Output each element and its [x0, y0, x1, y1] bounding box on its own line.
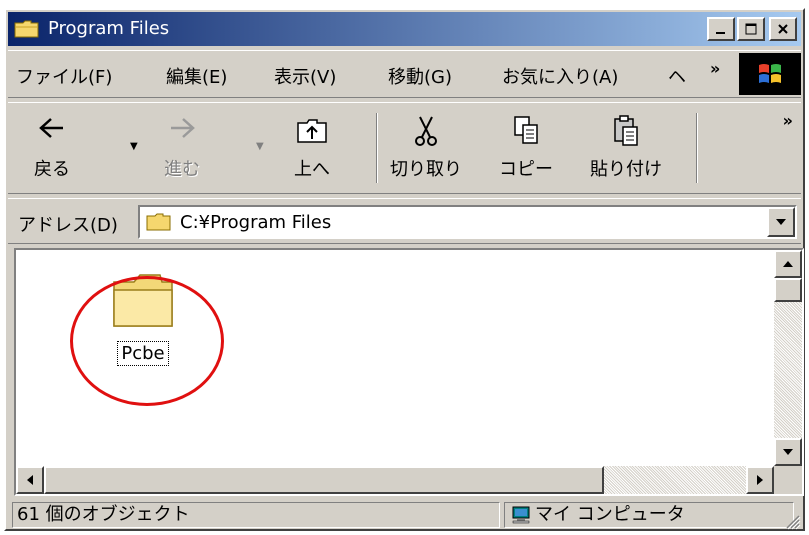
paste-label: 貼り付け: [590, 159, 662, 180]
copy-label: コピー: [499, 159, 553, 180]
address-label: アドレス(D): [18, 215, 118, 236]
forward-arrow-icon: [171, 118, 195, 138]
menu-edit[interactable]: 編集(E): [166, 63, 227, 89]
window-title: Program Files: [48, 18, 170, 39]
folder-icon: [14, 20, 39, 38]
up-folder-icon: [297, 119, 327, 143]
maximize-icon: [745, 23, 757, 35]
horizontal-scrollbar[interactable]: [16, 466, 774, 494]
menu-view[interactable]: 表示(V): [274, 63, 336, 89]
scrollbar-corner: [774, 466, 802, 494]
folder-icon: [146, 213, 171, 231]
chevron-left-icon: [27, 475, 33, 485]
copy-icon: [514, 116, 538, 144]
menu-favorites[interactable]: お気に入り(A): [502, 63, 618, 89]
close-button[interactable]: [769, 17, 797, 41]
toolbar-separator: [376, 113, 378, 183]
title-bar[interactable]: Program Files: [8, 12, 801, 46]
forward-dropdown-caret[interactable]: ▼: [256, 141, 264, 152]
forward-button[interactable]: 進む: [142, 111, 222, 187]
chevron-down-icon: [776, 219, 786, 225]
menu-bar: ファイル(F) 編集(E) 表示(V) 移動(G) お気に入り(A) ヘ »: [8, 50, 801, 98]
menu-help[interactable]: ヘ: [668, 63, 686, 89]
status-zone: マイ コンピュータ: [504, 502, 794, 528]
chevron-down-icon: [783, 449, 793, 455]
windows-logo: [739, 53, 801, 95]
standard-toolbar: 戻る ▼ 進む ▼ 上へ 切り取り コピー 貼り付け »: [8, 102, 801, 194]
address-dropdown-button[interactable]: [767, 207, 795, 237]
horizontal-scroll-thumb[interactable]: [44, 466, 604, 494]
explorer-window: Program Files ファイル(F) 編集(E) 表示(V) 移動(G) …: [4, 8, 805, 531]
paste-button[interactable]: 貼り付け: [586, 111, 666, 187]
scroll-right-button[interactable]: [746, 466, 774, 494]
status-bar: 61 個のオブジェクト マイ コンピュータ: [8, 500, 801, 530]
cut-button[interactable]: 切り取り: [386, 111, 466, 187]
toolbar-overflow-chevron[interactable]: »: [783, 111, 793, 130]
maximize-button[interactable]: [737, 17, 765, 41]
copy-button[interactable]: コピー: [486, 111, 566, 187]
back-dropdown-caret[interactable]: ▼: [130, 141, 138, 152]
cut-label: 切り取り: [390, 159, 462, 180]
minimize-button[interactable]: [707, 17, 735, 41]
status-objects-text: 61 個のオブジェクト: [17, 504, 190, 525]
vertical-scroll-thumb[interactable]: [774, 278, 802, 302]
close-icon: [778, 24, 788, 34]
scissors-icon: [415, 116, 437, 146]
back-arrow-icon: [39, 118, 63, 138]
menu-go[interactable]: 移動(G): [388, 63, 452, 89]
paste-icon: [614, 115, 638, 146]
address-input[interactable]: C:¥Program Files: [138, 205, 797, 239]
windows-flag-icon: [759, 64, 781, 83]
back-button[interactable]: 戻る: [12, 111, 92, 187]
highlight-circle: [70, 276, 224, 406]
back-label: 戻る: [34, 159, 70, 180]
address-value: C:¥Program Files: [180, 212, 332, 233]
address-bar: アドレス(D) C:¥Program Files: [8, 198, 801, 244]
my-computer-icon: [512, 506, 530, 524]
file-list-view[interactable]: Pcbe: [14, 248, 804, 496]
toolbar-separator-2: [696, 113, 698, 183]
status-object-count: 61 個のオブジェクト: [12, 502, 500, 528]
minimize-icon: [716, 32, 725, 34]
up-label: 上へ: [294, 159, 330, 180]
forward-label: 進む: [164, 159, 200, 180]
status-location-text: マイ コンピュータ: [535, 504, 685, 525]
vertical-scrollbar[interactable]: [774, 250, 802, 466]
chevron-right-icon: [757, 475, 763, 485]
scroll-left-button[interactable]: [16, 466, 44, 494]
menu-file[interactable]: ファイル(F): [16, 63, 112, 89]
up-button[interactable]: 上へ: [272, 111, 352, 187]
scroll-up-button[interactable]: [774, 250, 802, 278]
resize-grip-icon[interactable]: [781, 510, 801, 530]
scroll-down-button[interactable]: [774, 438, 802, 466]
chevron-up-icon: [783, 261, 793, 267]
menu-overflow-chevron[interactable]: »: [710, 59, 720, 78]
